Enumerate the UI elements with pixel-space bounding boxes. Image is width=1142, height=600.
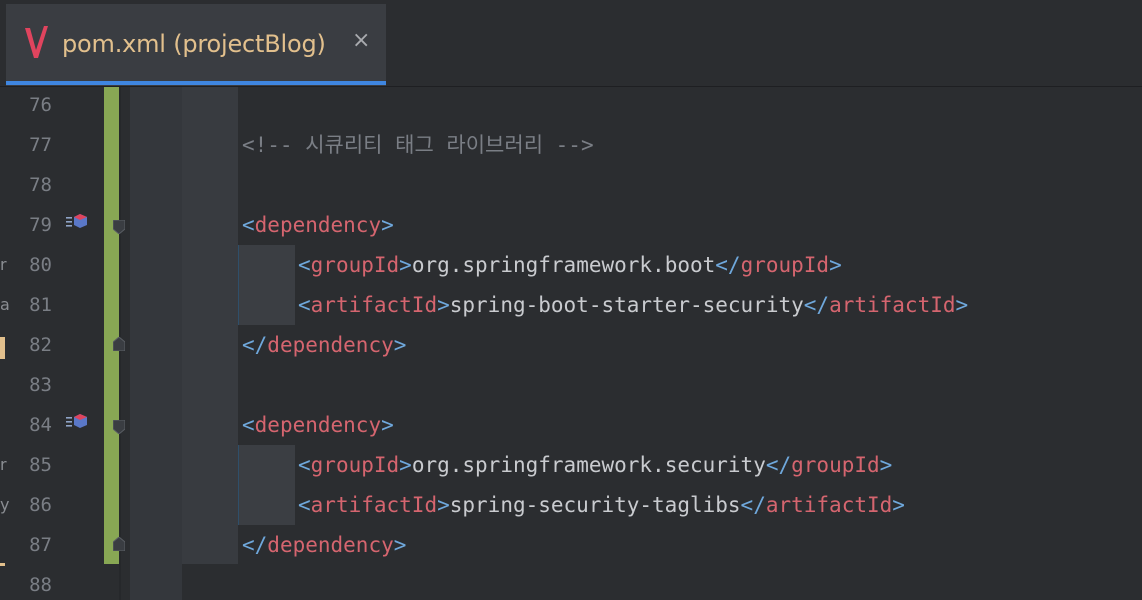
tab-title: pom.xml (projectBlog) xyxy=(62,30,326,58)
code-line-dependency-close: </dependency> xyxy=(242,325,406,365)
fold-icon[interactable] xyxy=(113,420,125,434)
xml-tag: dependency xyxy=(267,333,394,357)
xml-bracket: < xyxy=(242,213,255,237)
xml-bracket: > xyxy=(955,293,969,317)
xml-bracket: > xyxy=(381,413,394,437)
code-line-artifactid: <artifactId>spring-boot-starter-security… xyxy=(298,285,968,325)
xml-tag: groupId xyxy=(310,453,400,477)
xml-tag: artifactId xyxy=(310,493,438,517)
code-line-dependency-open: <dependency> xyxy=(242,205,394,245)
xml-bracket: > xyxy=(437,493,450,517)
xml-tag: groupId xyxy=(791,453,880,477)
xml-value: spring-boot-starter-security xyxy=(449,293,804,317)
indent-guide xyxy=(130,87,182,600)
xml-bracket: > xyxy=(393,333,407,357)
xml-value: org.springframework.security xyxy=(411,453,766,477)
xml-bracket: > xyxy=(399,253,412,277)
xml-tag: dependency xyxy=(254,213,382,237)
line-number: 78 xyxy=(29,174,52,196)
indent-guide xyxy=(238,445,295,525)
maven-v-icon xyxy=(25,26,48,58)
maven-dependency-gutter-icon[interactable] xyxy=(66,213,88,229)
xml-tag: artifactId xyxy=(765,493,893,517)
xml-tag: dependency xyxy=(254,413,382,437)
xml-bracket: > xyxy=(381,213,394,237)
xml-bracket: < xyxy=(298,293,311,317)
indent-guide xyxy=(238,245,295,325)
xml-bracket: </ xyxy=(242,533,268,557)
fold-icon[interactable] xyxy=(113,220,125,234)
xml-bracket: < xyxy=(298,453,311,477)
line-number: 81 xyxy=(29,294,52,316)
editor-tab-bar: pom.xml (projectBlog) × xyxy=(0,0,1142,87)
line-number: 83 xyxy=(29,374,52,396)
xml-value: org.springframework.boot xyxy=(411,253,716,277)
close-icon[interactable]: × xyxy=(352,30,370,52)
xml-bracket: </ xyxy=(765,453,792,477)
code-line-groupid: <groupId>org.springframework.boot</group… xyxy=(298,245,842,285)
line-number: 77 xyxy=(29,134,52,156)
indent-guide xyxy=(182,87,238,564)
xml-bracket: < xyxy=(298,253,311,277)
line-number: 88 xyxy=(29,574,52,596)
xml-tag: artifactId xyxy=(829,293,956,317)
xml-tag: dependency xyxy=(267,533,394,557)
xml-bracket: < xyxy=(242,413,255,437)
vcs-change-bar xyxy=(104,87,120,564)
line-number: 80 xyxy=(29,254,52,276)
fold-icon[interactable] xyxy=(113,337,125,351)
code-line-artifactid: <artifactId>spring-security-taglibs</art… xyxy=(298,485,905,525)
xml-tag: groupId xyxy=(740,253,830,277)
xml-bracket: > xyxy=(399,453,412,477)
line-number: 82 xyxy=(29,334,52,356)
code-line-groupid: <groupId>org.springframework.security</g… xyxy=(298,445,892,485)
xml-bracket: > xyxy=(879,453,893,477)
code-comment: <!-- 시큐리티 태그 라이브러리 --> xyxy=(242,133,594,157)
xml-bracket: > xyxy=(892,493,905,517)
xml-tag: artifactId xyxy=(310,293,438,317)
line-number: 87 xyxy=(29,534,52,556)
code-line-dependency-open: <dependency> xyxy=(242,405,394,445)
xml-bracket: </ xyxy=(803,293,830,317)
xml-bracket: > xyxy=(437,293,450,317)
xml-bracket: < xyxy=(298,493,311,517)
line-number: 85 xyxy=(29,454,52,476)
xml-bracket: </ xyxy=(715,253,741,277)
maven-dependency-gutter-icon[interactable] xyxy=(66,413,88,429)
fold-icon[interactable] xyxy=(113,537,125,551)
xml-bracket: </ xyxy=(242,333,268,357)
xml-bracket: > xyxy=(393,533,407,557)
line-number: 84 xyxy=(29,414,52,436)
line-number: 76 xyxy=(29,94,52,116)
xml-bracket: > xyxy=(829,253,842,277)
line-number: 79 xyxy=(29,214,52,236)
code-line-dependency-close: </dependency> xyxy=(242,525,406,565)
line-number: 86 xyxy=(29,494,52,516)
active-tab-indicator xyxy=(6,81,386,85)
code-editor[interactable]: r a r y 76 77 78 79 80 81 82 83 84 85 86… xyxy=(0,87,1142,600)
xml-tag: groupId xyxy=(310,253,400,277)
xml-value: spring-security-taglibs xyxy=(449,493,741,517)
xml-bracket: </ xyxy=(740,493,766,517)
